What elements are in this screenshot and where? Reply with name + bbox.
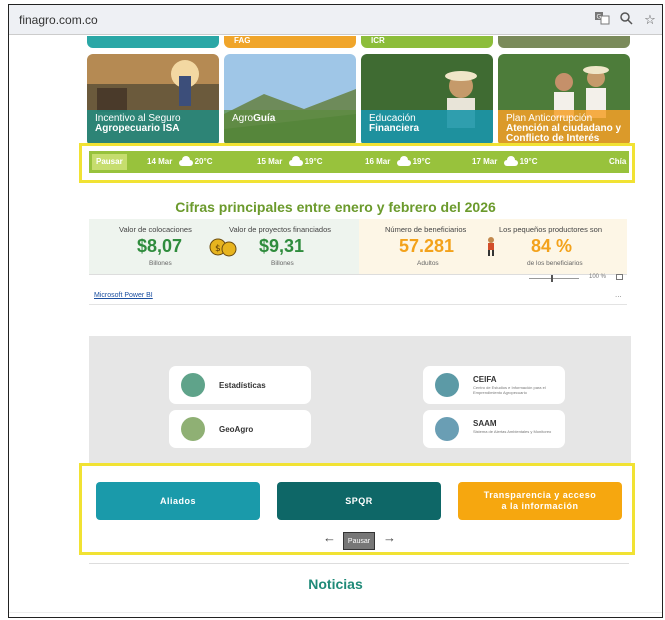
zoom-level: 100 % (589, 274, 607, 280)
tile-agroguia[interactable]: AgroGuía (224, 54, 356, 146)
proyectos-value: $9,31 (259, 236, 305, 256)
card-geoagro[interactable]: GeoAgro (169, 410, 311, 448)
weather-item: 15 Mar 19°C (257, 156, 323, 167)
divider (89, 563, 629, 564)
colocaciones-value: $8,07 (137, 236, 183, 256)
tile-educacion-financiera[interactable]: Educación Financiera (361, 54, 493, 146)
alert-icon (435, 417, 459, 441)
tile-partial[interactable] (498, 36, 630, 48)
fullscreen-icon[interactable] (616, 274, 623, 280)
card-title: Estadísticas (219, 381, 266, 390)
news-heading: Noticias (308, 576, 363, 592)
spqr-button[interactable]: SPQR (277, 482, 441, 520)
statistics-icon (181, 373, 205, 397)
tile-caption: Incentivo al Seguro Agropecuario ISA (87, 110, 219, 146)
browser-window: finagro.com.co G ☆ FAG ICR Incentivo al … (8, 4, 663, 618)
transparencia-button[interactable]: Transparencia y acceso a la información (458, 482, 622, 520)
card-saam[interactable]: SAAM Sistema de Alertas Ambientales y Mo… (423, 410, 565, 448)
tile-partial-icr[interactable]: ICR (361, 36, 493, 48)
card-title: GeoAgro (219, 425, 254, 434)
card-estadisticas[interactable]: Estadísticas (169, 366, 311, 404)
tile-caption: Educación Financiera (361, 110, 493, 146)
tile-partial[interactable] (87, 36, 219, 48)
colocaciones-label: Valor de colocaciones (119, 225, 192, 234)
weather-item: 16 Mar 19°C (365, 156, 431, 167)
beneficiarios-label: Número de beneficiarios (385, 225, 467, 234)
powerbi-toolbar: 100 % (89, 274, 627, 286)
productores-label: Los pequeños productores son (499, 225, 602, 234)
tile-caption: Plan Anticorrupción Atención al ciudadano… (498, 110, 630, 146)
tile-partial-fag[interactable]: FAG (224, 36, 356, 48)
aliados-button[interactable]: Aliados (96, 482, 260, 520)
address-bar[interactable]: finagro.com.co G ☆ (9, 5, 662, 35)
ticker-pause-button[interactable]: Pausar (92, 154, 127, 170)
bookmark-star-icon[interactable]: ☆ (641, 11, 659, 29)
proyectos-unit: Billones (271, 260, 294, 267)
tile-caption: AgroGuía (224, 110, 356, 146)
stats-financial: Valor de colocaciones $8,07 Billones $ V… (89, 219, 359, 274)
card-subtitle: Sistema de Alertas Ambientales y Monitor… (473, 429, 552, 434)
stats-beneficiaries: Número de beneficiarios 57.281 Adultos L… (359, 219, 627, 274)
weather-ticker: Pausar 14 Mar 20°C 15 Mar 19°C 16 Mar 19… (89, 151, 629, 173)
zoom-icon[interactable] (617, 11, 635, 29)
stats-title: Cifras principales entre enero y febrero… (175, 199, 496, 215)
svg-text:G: G (597, 14, 602, 21)
weather-item: 14 Mar 20°C (147, 156, 213, 167)
analytics-icon (435, 373, 459, 397)
colocaciones-unit: Billones (149, 260, 172, 267)
map-pin-icon (181, 417, 205, 441)
beneficiarios-value: 57.281 (399, 236, 455, 256)
url-text[interactable]: finagro.com.co (19, 13, 98, 27)
tiles-row: Incentivo al Seguro Agropecuario ISA Agro… (87, 54, 631, 146)
productores-value: 84 % (531, 236, 573, 256)
productores-unit: de los beneficiarios (527, 260, 583, 267)
arrow-right-icon[interactable]: → (383, 530, 396, 545)
translate-icon[interactable]: G (593, 11, 611, 29)
tile-seguro-agropecuario[interactable]: Incentivo al Seguro Agropecuario ISA (87, 54, 219, 146)
carousel-pause-button[interactable]: Pausar (343, 532, 375, 550)
divider (9, 612, 662, 613)
zoom-slider-handle[interactable] (551, 275, 553, 282)
weather-item: 17 Mar 19°C (472, 156, 538, 167)
arrow-left-icon[interactable]: ← (323, 530, 336, 545)
zoom-slider[interactable] (529, 278, 579, 279)
card-title: SAAM (473, 419, 497, 428)
page-content: FAG ICR Incentivo al Seguro Agropecuario … (9, 36, 662, 617)
powerbi-link[interactable]: Microsoft Power BI (94, 292, 153, 299)
cloud-icon (287, 156, 303, 167)
beneficiarios-unit: Adultos (417, 260, 439, 267)
more-options-icon[interactable]: ... (615, 290, 622, 299)
weather-city: Chía (609, 157, 627, 166)
card-subtitle: Centro de Estudios e Información para el… (473, 385, 546, 395)
tiles-top-row: FAG ICR (87, 36, 631, 48)
cloud-icon (177, 156, 193, 167)
stats-panel: Valor de colocaciones $8,07 Billones $ V… (89, 219, 627, 274)
tools-panel: Estadísticas GeoAgro CEIFA Centro de Est… (89, 336, 631, 466)
cloud-icon (502, 156, 518, 167)
proyectos-label: Valor de proyectos financiados (229, 225, 332, 234)
tile-plan-anticorrupcion[interactable]: Plan Anticorrupción Atención al ciudadano… (498, 54, 630, 146)
cloud-icon (395, 156, 411, 167)
money-bag-icon: $ (209, 238, 237, 257)
divider (89, 304, 627, 305)
farmer-figure-icon (488, 237, 494, 256)
svg-text:$: $ (215, 244, 221, 254)
card-title: CEIFA (473, 375, 497, 384)
card-ceifa[interactable]: CEIFA Centro de Estudios e Información p… (423, 366, 565, 404)
